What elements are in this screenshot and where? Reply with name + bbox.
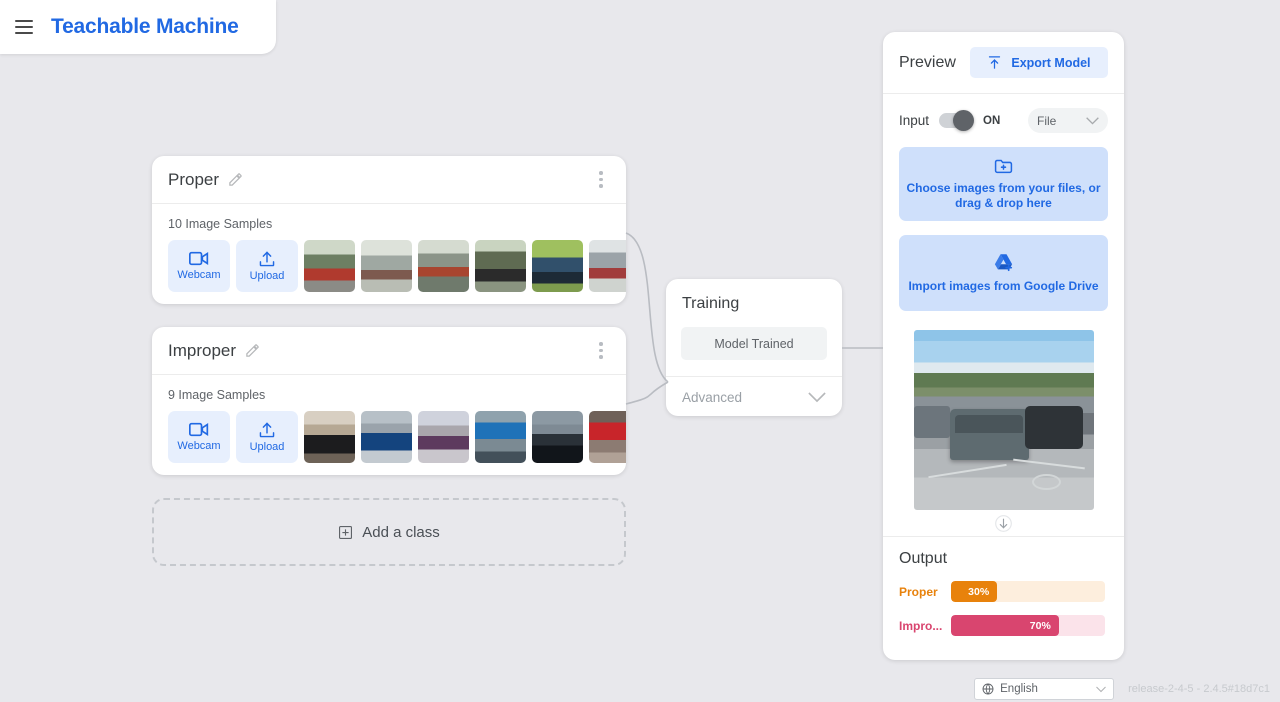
- toggle-knob: [953, 110, 974, 131]
- webcam-button[interactable]: Webcam: [168, 240, 230, 292]
- upload-button[interactable]: Upload: [236, 240, 298, 292]
- sample-thumbnail[interactable]: [475, 411, 526, 463]
- preview-panel: Preview Export Model Input ON File Choos…: [883, 32, 1124, 660]
- input-label: Input: [899, 113, 929, 128]
- folder-add-icon: [994, 158, 1013, 174]
- training-panel: Training Model Trained Advanced: [666, 279, 842, 416]
- class-card-proper: Proper 10 Image Samples Webcam Upload: [152, 156, 626, 304]
- preview-sample-image: [914, 330, 1094, 510]
- class-options-menu-icon[interactable]: [592, 340, 610, 362]
- prediction-bar-fill: 30%: [951, 581, 997, 602]
- input-toggle[interactable]: [939, 113, 973, 128]
- google-drive-label: Import images from Google Drive: [908, 279, 1098, 294]
- class-card-improper: Improper 9 Image Samples Webcam Upload: [152, 327, 626, 475]
- export-model-label: Export Model: [1011, 56, 1090, 70]
- sample-thumbnail[interactable]: [589, 411, 626, 463]
- prediction-row: Impro... 70%: [883, 602, 1124, 636]
- hamburger-menu-icon[interactable]: [15, 20, 33, 34]
- sample-thumbnail[interactable]: [532, 411, 583, 463]
- input-source-row: Input ON File: [883, 94, 1124, 133]
- upload-label: Upload: [250, 270, 285, 282]
- preview-header: Preview Export Model: [883, 32, 1124, 94]
- prediction-label: Impro...: [899, 619, 951, 633]
- upload-button[interactable]: Upload: [236, 411, 298, 463]
- sample-thumbnail[interactable]: [361, 240, 412, 292]
- google-drive-import-button[interactable]: Import images from Google Drive: [899, 235, 1108, 311]
- advanced-label: Advanced: [682, 390, 742, 405]
- export-model-button[interactable]: Export Model: [970, 47, 1108, 78]
- sample-thumbnail-row[interactable]: Webcam Upload: [152, 240, 626, 298]
- add-class-button[interactable]: Add a class: [152, 498, 626, 566]
- add-class-label: Add a class: [362, 524, 440, 541]
- toggle-state-label: ON: [983, 115, 1000, 127]
- release-version-label: release-2-4-5 - 2.4.5#18d7c1: [1128, 683, 1270, 695]
- edit-pencil-icon[interactable]: [245, 343, 260, 358]
- plus-square-icon: [338, 525, 353, 540]
- globe-icon: [982, 683, 994, 695]
- output-title: Output: [883, 537, 1124, 568]
- upload-label: Upload: [250, 441, 285, 453]
- sample-thumbnail[interactable]: [589, 240, 626, 292]
- training-title: Training: [666, 279, 842, 313]
- class-name-label: Proper: [168, 170, 219, 190]
- sample-thumbnail[interactable]: [361, 411, 412, 463]
- arrow-down-icon: [995, 515, 1012, 532]
- chevron-down-icon: [808, 392, 826, 403]
- sample-thumbnail[interactable]: [304, 411, 355, 463]
- app-header: Teachable Machine: [0, 0, 276, 54]
- edit-pencil-icon[interactable]: [228, 172, 243, 187]
- prediction-row: Proper 30%: [883, 568, 1124, 602]
- sample-thumbnail-row[interactable]: Webcam Upload: [152, 411, 626, 469]
- sample-thumbnail[interactable]: [418, 411, 469, 463]
- class-header: Improper: [152, 327, 626, 375]
- webcam-label: Webcam: [177, 440, 220, 452]
- class-header: Proper: [152, 156, 626, 204]
- class-name-label: Improper: [168, 341, 236, 361]
- prediction-bar-track: 70%: [951, 615, 1105, 636]
- prediction-bar-fill: 70%: [951, 615, 1059, 636]
- output-flow-arrow: [883, 510, 1124, 536]
- chevron-down-icon: [1096, 686, 1106, 693]
- class-options-menu-icon[interactable]: [592, 169, 610, 191]
- chevron-down-icon: [1086, 117, 1099, 125]
- model-trained-button[interactable]: Model Trained: [681, 327, 827, 360]
- input-source-value: File: [1037, 114, 1056, 128]
- webcam-button[interactable]: Webcam: [168, 411, 230, 463]
- sample-count-label: 10 Image Samples: [152, 204, 626, 240]
- upload-arrow-icon: [987, 55, 1002, 70]
- prediction-label: Proper: [899, 585, 951, 599]
- app-title: Teachable Machine: [51, 15, 239, 39]
- choose-files-dropzone[interactable]: Choose images from your files, or drag &…: [899, 147, 1108, 221]
- sample-count-label: 9 Image Samples: [152, 375, 626, 411]
- prediction-bar-track: 30%: [951, 581, 1105, 602]
- choose-files-label: Choose images from your files, or drag &…: [899, 181, 1108, 211]
- google-drive-icon: [993, 253, 1014, 272]
- sample-thumbnail[interactable]: [475, 240, 526, 292]
- preview-title: Preview: [899, 54, 956, 72]
- advanced-toggle-row[interactable]: Advanced: [666, 377, 842, 417]
- webcam-label: Webcam: [177, 269, 220, 281]
- sample-thumbnail[interactable]: [304, 240, 355, 292]
- sample-thumbnail[interactable]: [418, 240, 469, 292]
- sample-thumbnail[interactable]: [532, 240, 583, 292]
- language-label: English: [1000, 683, 1038, 695]
- language-select[interactable]: English: [974, 678, 1114, 700]
- footer: English release-2-4-5 - 2.4.5#18d7c1: [974, 678, 1270, 700]
- input-source-select[interactable]: File: [1028, 108, 1108, 133]
